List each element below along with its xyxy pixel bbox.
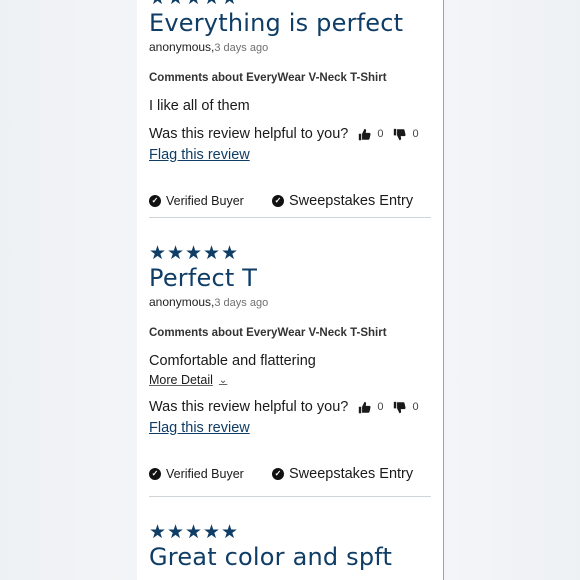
- review-author: anonymous,: [149, 295, 215, 309]
- review-date: 3 days ago: [214, 42, 269, 54]
- helpful-prompt: Was this review helpful to you?: [149, 399, 349, 415]
- thumbs-down-button[interactable]: 0: [393, 401, 419, 414]
- flag-review-link[interactable]: Flag this review: [149, 418, 250, 438]
- review-divider: [149, 496, 431, 497]
- sweepstakes-label: Sweepstakes Entry: [289, 466, 414, 482]
- star-icon: ★: [167, 0, 184, 9]
- star-icon: ★: [167, 243, 185, 264]
- thumbs-up-icon: [359, 401, 371, 413]
- more-detail-label: More Detail: [149, 373, 213, 387]
- check-circle-icon: ✓: [149, 195, 161, 207]
- star-icon: ★: [185, 0, 202, 9]
- reviews-panel: ★ ★ ★ ★ ★ Everything is perfect anonymou…: [137, 0, 444, 580]
- review-meta: anonymous,3 days ago: [149, 294, 431, 311]
- star-icon: ★: [185, 522, 203, 543]
- helpful-row: Was this review helpful to you? 0 0: [149, 124, 431, 144]
- review-card: ★ ★ ★ ★ ★ Perfect T anonymous,3 days ago…: [149, 244, 431, 484]
- thumbs-down-count: 0: [412, 128, 419, 140]
- review-divider: [149, 217, 431, 218]
- verified-buyer-label: Verified Buyer: [166, 467, 244, 481]
- star-icon: ★: [149, 243, 167, 264]
- check-circle-icon: ✓: [149, 468, 161, 480]
- sweepstakes-badge: ✓ Sweepstakes Entry: [272, 466, 413, 482]
- review-title: Perfect T: [149, 264, 258, 292]
- star-icon: ★: [149, 522, 167, 543]
- review-body: Comfortable and flattering: [149, 353, 316, 369]
- thumbs-up-count: 0: [377, 128, 384, 140]
- review-badges: ✓ Verified Buyer ✓ Sweepstakes Entry: [149, 464, 431, 484]
- star-icon: ★: [185, 243, 203, 264]
- star-icon: ★: [221, 243, 239, 264]
- star-icon: ★: [203, 243, 221, 264]
- review-date: 3 days ago: [214, 297, 269, 309]
- review-badges: ✓ Verified Buyer ✓ Sweepstakes Entry: [149, 191, 431, 211]
- review-product: Comments about EveryWear V-Neck T-Shirt: [149, 327, 387, 339]
- review-card: ★ ★ ★ ★ ★ Everything is perfect anonymou…: [149, 0, 431, 211]
- star-rating: ★ ★ ★ ★ ★: [149, 0, 431, 9]
- review-body: I like all of them: [149, 98, 250, 114]
- helpful-prompt: Was this review helpful to you?: [149, 126, 349, 142]
- star-rating: ★ ★ ★ ★ ★: [149, 244, 431, 264]
- chevron-down-icon: ⌄: [218, 374, 228, 386]
- thumbs-down-button[interactable]: 0: [393, 128, 419, 141]
- sweepstakes-label: Sweepstakes Entry: [289, 193, 414, 209]
- review-title: Great color and spft: [149, 543, 393, 571]
- star-icon: ★: [167, 522, 185, 543]
- star-icon: ★: [203, 0, 220, 9]
- star-icon: ★: [149, 0, 166, 9]
- check-circle-icon: ✓: [272, 468, 284, 480]
- review-title: Everything is perfect: [149, 9, 404, 37]
- thumbs-down-count: 0: [412, 401, 419, 413]
- thumbs-down-icon: [394, 401, 407, 413]
- more-detail-toggle[interactable]: More Detail ⌄: [149, 373, 227, 387]
- review-meta: anonymous,3 days ago: [149, 39, 431, 56]
- thumbs-down-icon: [394, 128, 407, 140]
- review-author: anonymous,: [149, 40, 215, 54]
- flag-review-link[interactable]: Flag this review: [149, 145, 250, 165]
- verified-buyer-badge: ✓ Verified Buyer: [149, 194, 272, 208]
- star-icon: ★: [203, 522, 221, 543]
- review-product: Comments about EveryWear V-Neck T-Shirt: [149, 72, 387, 84]
- verified-buyer-badge: ✓ Verified Buyer: [149, 467, 272, 481]
- thumbs-up-count: 0: [377, 401, 384, 413]
- star-icon: ★: [221, 0, 238, 9]
- helpful-row: Was this review helpful to you? 0 0: [149, 397, 431, 417]
- thumbs-up-button[interactable]: 0: [358, 401, 383, 414]
- verified-buyer-label: Verified Buyer: [166, 194, 244, 208]
- thumbs-up-icon: [359, 128, 371, 140]
- thumbs-up-button[interactable]: 0: [358, 128, 383, 141]
- sweepstakes-badge: ✓ Sweepstakes Entry: [272, 193, 413, 209]
- review-card: ★ ★ ★ ★ ★ Great color and spft: [149, 523, 431, 572]
- star-icon: ★: [221, 522, 239, 543]
- check-circle-icon: ✓: [272, 195, 284, 207]
- star-rating: ★ ★ ★ ★ ★: [149, 523, 431, 543]
